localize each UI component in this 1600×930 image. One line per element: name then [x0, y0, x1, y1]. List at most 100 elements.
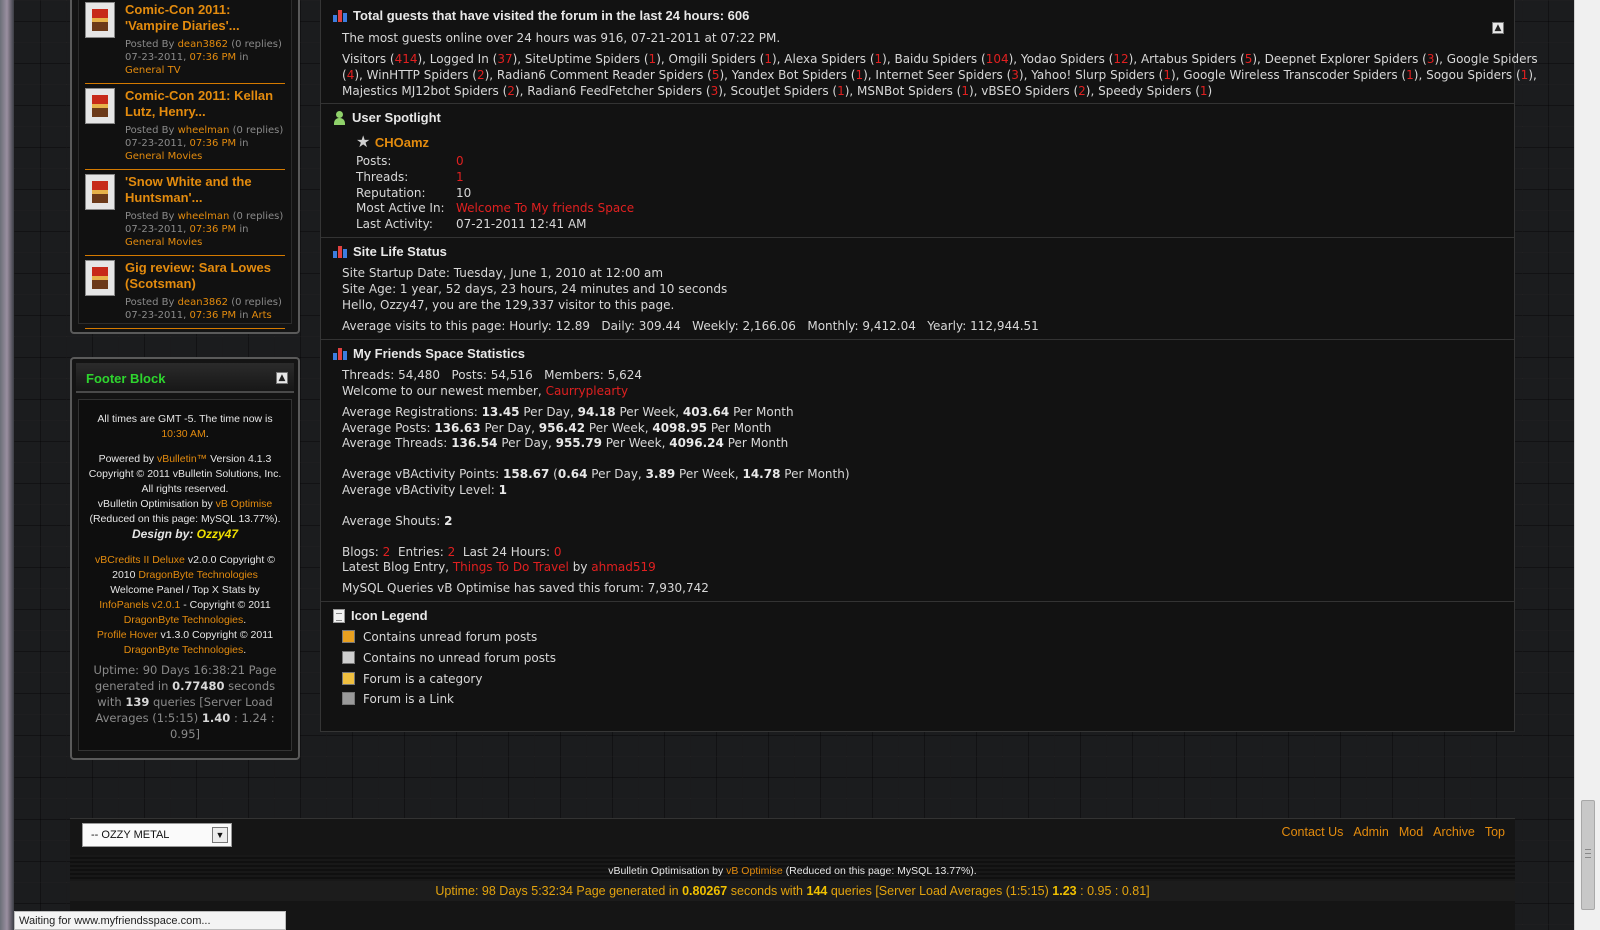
post-thumbnail[interactable]	[85, 260, 115, 296]
stats-section: My Friends Space Statistics Threads: 54,…	[321, 340, 1514, 602]
post-title-link[interactable]: 'Snow White and the Huntsman'...	[125, 174, 285, 206]
footer-uptime: Uptime: 98 Days 5:32:34 Page generated i…	[70, 881, 1515, 901]
guest-line-3: Majestics MJ12bot Spiders (2), Radian6 F…	[342, 84, 1212, 98]
design-credit: Design by: Ozzy47	[131, 527, 239, 541]
guest-count: 37	[497, 52, 513, 66]
startup-date: Site Startup Date: Tuesday, June 1, 2010…	[342, 266, 664, 280]
guest-count: 1	[1199, 84, 1208, 98]
guest-label: ), Internet Seer Spiders (	[863, 68, 1012, 82]
post-category-link[interactable]: General TV	[125, 65, 181, 76]
guest-count: 3	[1011, 68, 1019, 82]
collapse-icon[interactable]: ▲	[276, 372, 288, 384]
avg-shouts: Average Shouts: 2	[342, 514, 453, 528]
post-author-link[interactable]: dean3862	[178, 297, 228, 308]
newest-member-link[interactable]: Caurryplearty	[546, 384, 629, 398]
timezone-text: All times are GMT -5. The time now is 10:…	[97, 413, 273, 440]
spotlight-user[interactable]: ★ CHOamz	[356, 132, 429, 151]
post-category-link[interactable]: Arts	[252, 310, 272, 321]
dragonbyte-link-3[interactable]: DragonByte Technologies	[124, 644, 243, 656]
scrollbar-thumb[interactable]	[1581, 800, 1595, 910]
spotlight-title: User Spotlight	[333, 110, 441, 125]
guest-label: ), Logged In (	[417, 52, 498, 66]
vbulletin-link[interactable]: vBulletin™	[157, 453, 207, 465]
post-author-link[interactable]: wheelman	[178, 125, 230, 136]
mod-link[interactable]: Mod	[1399, 825, 1423, 839]
life-title: Site Life Status	[333, 244, 447, 259]
spotlight-reputation: Reputation: 10	[356, 186, 472, 200]
guest-label: ), Artabus Spiders (	[1128, 52, 1245, 66]
top-link[interactable]: Top	[1485, 825, 1505, 839]
dragonbyte-link[interactable]: DragonByte Technologies	[138, 569, 257, 581]
site-footer: -- OZZY METAL ▼ Contact Us Admin Mod Arc…	[70, 818, 1515, 930]
browser-scrollbar[interactable]	[1574, 0, 1600, 930]
spotlight-most-active: Most Active In: Welcome To My friends Spa…	[356, 201, 635, 215]
profile-hover-link[interactable]: Profile Hover	[97, 629, 158, 641]
latest-blog-link[interactable]: Things To Do Travel	[453, 560, 569, 574]
blog-author-link[interactable]: ahmad519	[591, 560, 656, 574]
guest-label: ), Radian6 FeedFetcher Spiders (	[514, 84, 711, 98]
forum-counts: Threads: 54,480 Posts: 54,516 Members: 5…	[342, 368, 642, 382]
guest-label: ), Alexa Spiders (	[771, 52, 875, 66]
post-thumbnail[interactable]	[85, 174, 115, 210]
legend-section: Icon Legend Contains unread forum posts …	[321, 602, 1514, 732]
post-thumbnail[interactable]	[85, 2, 115, 38]
post-title-link[interactable]: Comic-Con 2011: Kellan Lutz, Henry...	[125, 88, 285, 120]
legend-item-read: Contains no unread forum posts	[342, 651, 556, 665]
vb-optimise-link[interactable]: vB Optimise	[216, 498, 273, 510]
footer-vb-optimise-link[interactable]: vB Optimise	[726, 865, 783, 877]
star-icon: ★	[356, 132, 371, 151]
guest-label: ), Yandex Bot Spiders (	[719, 68, 856, 82]
site-age: Site Age: 1 year, 52 days, 23 hours, 24 …	[342, 282, 728, 296]
guest-count: 1	[961, 84, 969, 98]
sidebar-uptime: Uptime: 90 Days 16:38:21 Page generated …	[93, 663, 277, 741]
footer-links: Contact Us Admin Mod Archive Top	[1282, 825, 1505, 839]
archive-link[interactable]: Archive	[1433, 825, 1475, 839]
guest-count: 2	[507, 84, 515, 98]
legend-item-unread: Contains unread forum posts	[342, 630, 537, 644]
chevron-down-icon[interactable]: ▼	[212, 827, 228, 843]
avg-vbactivity-level: Average vBActivity Level: 1	[342, 483, 508, 497]
post-author-link[interactable]: wheelman	[178, 211, 230, 222]
guest-label: ), ScoutJet Spiders (	[718, 84, 838, 98]
guest-label: ), Deepnet Explorer Spiders (	[1252, 52, 1427, 66]
recent-posts-block: Comic-Con 2011: 'Vampire Diaries'... Post…	[70, 0, 300, 334]
most-active-link[interactable]: Welcome To My friends Space	[456, 201, 634, 215]
post-title-link[interactable]: Gig review: Sara Lowes (Scotsman)	[125, 260, 285, 292]
spotlight-threads: Threads: 1	[356, 170, 464, 184]
contact-us-link[interactable]: Contact Us	[1282, 825, 1344, 839]
guest-label: ), SiteUptime Spiders (	[512, 52, 649, 66]
admin-link[interactable]: Admin	[1353, 825, 1388, 839]
post-meta: Posted By wheelman (0 replies) 07-23-2011…	[125, 211, 284, 248]
collapse-icon[interactable]: ▲	[1492, 22, 1504, 34]
life-section: Site Life Status Site Startup Date: Tues…	[321, 238, 1514, 340]
browser-left-edge	[0, 0, 14, 930]
post-title-link[interactable]: Comic-Con 2011: 'Vampire Diaries'...	[125, 2, 285, 34]
post-thumbnail[interactable]	[85, 88, 115, 124]
hello-visitor: Hello, Ozzy47, you are the 129,337 visit…	[342, 298, 675, 312]
style-chooser-select[interactable]: -- OZZY METAL ▼	[82, 823, 232, 847]
newest-member: Welcome to our newest member, Caurryplea…	[342, 384, 629, 398]
legend-item-link: Forum is a Link	[342, 692, 454, 706]
user-icon	[333, 110, 346, 125]
guest-count: 2	[1078, 84, 1086, 98]
footer-block-header: Footer Block ▲	[76, 363, 294, 393]
post-category-link[interactable]: General Movies	[125, 237, 202, 248]
guest-line-2: (4), WinHTTP Spiders (2), Radian6 Commen…	[342, 68, 1537, 82]
legend-item-category: Forum is a category	[342, 672, 482, 686]
guest-count: 1	[837, 84, 845, 98]
footer-block-title: Footer Block	[86, 371, 166, 386]
dragonbyte-link-2[interactable]: DragonByte Technologies	[124, 614, 243, 626]
vbcredits-link[interactable]: vBCredits II Deluxe	[95, 554, 185, 566]
post-author-link[interactable]: dean3862	[178, 39, 228, 50]
stats-title: My Friends Space Statistics	[333, 346, 525, 361]
infopanels-link[interactable]: InfoPanels v2.0.1	[99, 599, 180, 611]
latest-blog-entry: Latest Blog Entry, Things To Do Travel b…	[342, 560, 656, 574]
guest-label: ), Sogou Spiders (	[1413, 68, 1521, 82]
guest-count: 12	[1113, 52, 1129, 66]
guest-count: 1	[1163, 68, 1171, 82]
guest-count: 1	[855, 68, 864, 82]
avg-vbactivity-points: Average vBActivity Points: 158.67 (0.64 …	[342, 467, 850, 481]
guest-label: ), Radian6 Comment Reader Spiders (	[484, 68, 712, 82]
post-category-link[interactable]: General Movies	[125, 151, 202, 162]
guest-count: 1	[764, 52, 772, 66]
